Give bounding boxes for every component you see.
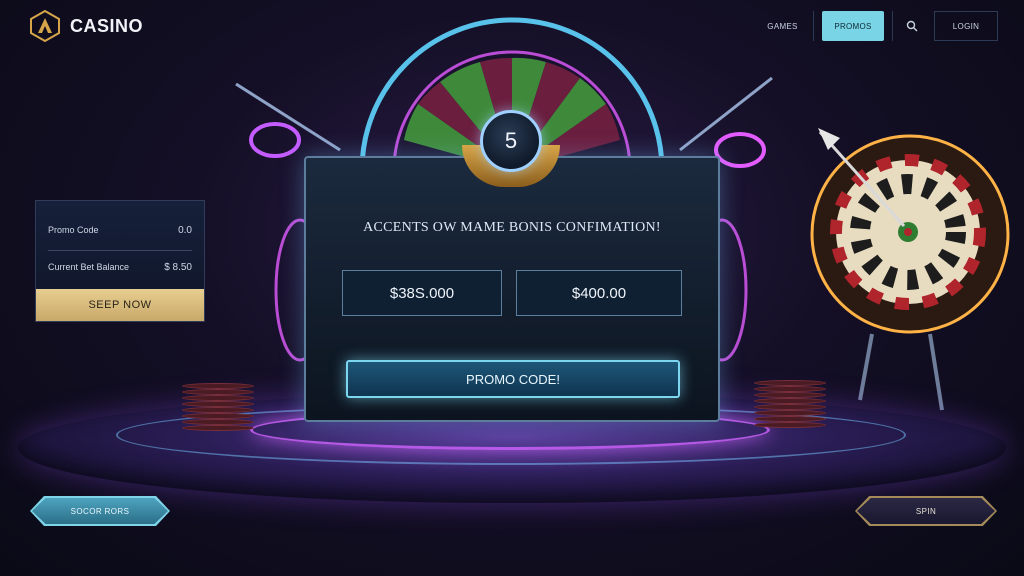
promo-code-row: Promo Code 0.0 [48,225,192,251]
brand-logo-icon [30,9,60,43]
bonus-confirmation-dialog: ACCENTS OW MAME BONIS CONFIMATION! $38S.… [304,156,720,422]
dialog-title: ACCENTS OW MAME BONIS CONFIMATION! [363,220,661,235]
nav-search-button[interactable] [892,11,930,41]
amount-box-left[interactable]: $38S.000 [342,270,502,316]
balance-value: $ 8.50 [164,262,192,273]
bet-info-card: Promo Code 0.0 Current Bet Balance $ 8.5… [35,200,205,322]
promo-code-button[interactable]: PROMO CODE! [346,360,680,398]
dartboard-icon [810,128,1010,411]
chip-stack-left [182,383,254,431]
level-badge: 5 [480,110,542,172]
brand-name: CASINO [70,15,144,36]
balance-row: Current Bet Balance $ 8.50 [48,262,192,273]
promo-code-value: 0.0 [178,225,192,236]
spin-button-label: SPIN [857,498,995,524]
spin-now-button[interactable]: SEEP NOW [36,289,204,321]
nav-promos-button[interactable]: PROMOS [822,11,884,41]
top-nav: GAMES PROMOS LOGIN [752,10,998,42]
nav-login-button[interactable]: LOGIN [934,11,998,41]
logo[interactable]: CASINO [28,9,143,43]
promo-code-label: Promo Code [48,225,99,235]
bottom-left-button[interactable]: SOCOR RORS [30,496,170,526]
search-icon [906,20,917,32]
top-header: CASINO GAMES PROMOS LOGIN [0,0,1024,52]
nav-games-button[interactable]: GAMES [752,11,814,41]
chip-stack-right [754,380,826,428]
amount-box-right[interactable]: $400.00 [516,270,682,316]
bottom-left-button-label: SOCOR RORS [32,498,168,524]
spin-button[interactable]: SPIN [855,496,997,526]
balance-label: Current Bet Balance [48,262,130,272]
